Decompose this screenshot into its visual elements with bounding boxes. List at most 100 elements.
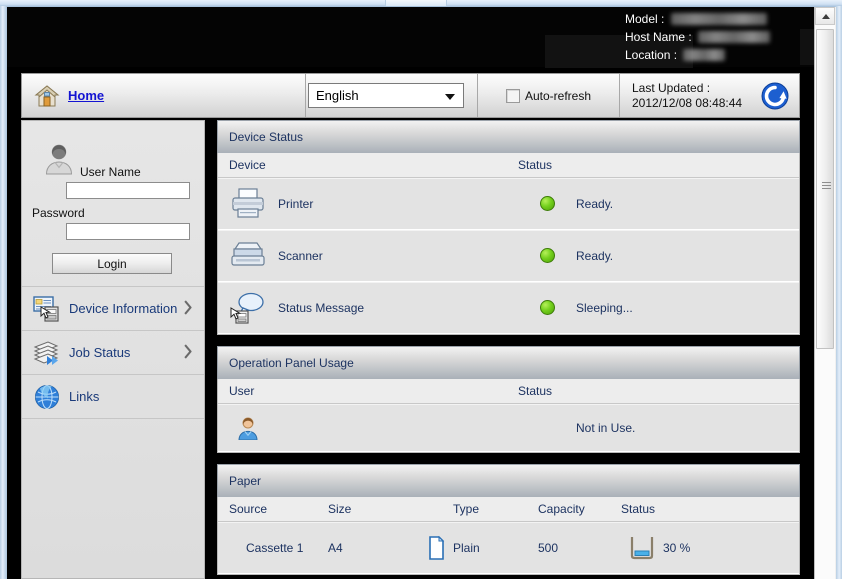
cell-source: Cassette 1: [246, 540, 304, 555]
panel-title-paper: Paper: [217, 464, 800, 497]
language-selected-value: English: [316, 88, 359, 103]
cell-status: Sleeping...: [576, 300, 633, 315]
scroll-up-button[interactable]: [815, 7, 835, 25]
column-header-device: Device: [229, 158, 266, 172]
device-information-icon: [32, 294, 62, 324]
device-meta-hostname: Host Name :: [625, 28, 771, 46]
top-toolbar: Home English Auto-refresh Last Updated :…: [21, 73, 800, 118]
sidebar-item-device-information[interactable]: Device Information: [22, 286, 204, 330]
table-header-row: Device Status: [218, 153, 799, 178]
cell-status: 30 %: [663, 540, 691, 555]
sidebar-item-label: Device Information: [69, 301, 178, 316]
device-meta-location: Location :: [625, 46, 770, 64]
table-row: Scanner Ready.: [218, 230, 799, 282]
panel-operation-panel-usage: Operation Panel Usage User Status Not in…: [217, 346, 800, 453]
auto-refresh-checkbox[interactable]: [505, 88, 520, 103]
user-avatar-icon: [218, 416, 278, 440]
status-indicator: [518, 248, 576, 263]
home-link-area[interactable]: Home: [22, 74, 305, 117]
login-button[interactable]: Login: [52, 253, 172, 274]
sidebar: User Name Password Login Device Informat…: [21, 120, 205, 579]
panel-title-operation-panel-usage: Operation Panel Usage: [217, 346, 800, 379]
page-viewport: Model : Host Name : Location : Home Engl…: [7, 7, 814, 579]
cell-size: A4: [328, 540, 343, 555]
column-header-user: User: [229, 384, 255, 398]
hostname-label: Host Name :: [625, 30, 692, 44]
column-header-status: Status: [518, 384, 553, 398]
refresh-icon[interactable]: [761, 82, 789, 110]
device-meta-model: Model :: [625, 10, 770, 28]
sidebar-item-label: Job Status: [69, 345, 131, 360]
user-avatar-icon: [42, 141, 76, 175]
cell-status: Ready.: [576, 248, 614, 263]
job-status-icon: [32, 338, 62, 368]
table-row: Status Message Sleeping...: [218, 282, 799, 334]
operation-panel-usage-table: User Status Not in Use.: [217, 379, 800, 453]
panel-paper: Paper Source Size Type Capacity Status C…: [217, 464, 800, 575]
user-name-input[interactable]: [66, 182, 190, 199]
model-label: Model :: [625, 12, 665, 26]
column-header-status: Status: [518, 158, 553, 172]
last-updated-label: Last Updated :: [632, 80, 711, 95]
auto-refresh-label: Auto-refresh: [524, 88, 592, 103]
panel-column: Device Status Device Status Printer Read…: [217, 120, 800, 579]
browser-tab[interactable]: [385, 0, 447, 6]
cell-status: Ready.: [576, 196, 614, 211]
device-status-table: Device Status Printer Ready. Scanner Rea…: [217, 153, 800, 335]
paper-tray-level-icon: [621, 535, 663, 561]
scrollbar-thumb[interactable]: [816, 29, 834, 349]
auto-refresh-area[interactable]: Auto-refresh: [477, 74, 619, 117]
table-row: Cassette 1 A4 Plain 500 30 %: [218, 522, 799, 574]
browser-border-left: [0, 6, 7, 579]
scrollbar-grip-icon: [822, 182, 831, 189]
language-select[interactable]: English: [308, 83, 464, 108]
location-value-redacted: [683, 49, 726, 61]
sidebar-divider: [22, 418, 204, 419]
home-icon: [34, 83, 60, 109]
cell-status: Not in Use.: [576, 420, 636, 435]
scrollbar-track[interactable]: [815, 25, 835, 579]
column-header-status: Status: [621, 502, 656, 516]
cell-device: Status Message: [278, 300, 365, 315]
column-header-capacity: Capacity: [538, 502, 585, 516]
hostname-value-redacted: [698, 31, 771, 43]
browser-chrome-top: [0, 0, 842, 7]
location-label: Location :: [625, 48, 678, 62]
table-row: Printer Ready.: [218, 178, 799, 230]
printer-icon: [218, 187, 278, 221]
last-updated-text: Last Updated : 2012/12/08 08:48:44: [632, 81, 742, 111]
device-banner: Model : Host Name : Location :: [7, 7, 814, 68]
column-header-size: Size: [328, 502, 352, 516]
links-globe-icon: [32, 382, 62, 412]
password-input[interactable]: [66, 223, 190, 240]
chevron-down-icon: [445, 94, 455, 100]
chevron-right-icon: [184, 343, 193, 359]
paper-table: Source Size Type Capacity Status Cassett…: [217, 497, 800, 575]
browser-window: Model : Host Name : Location : Home Engl…: [0, 0, 842, 579]
cell-device: Printer: [278, 196, 314, 211]
vertical-scrollbar[interactable]: [814, 7, 836, 579]
login-form: User Name Password Login: [22, 121, 204, 286]
status-indicator: [518, 196, 576, 211]
table-header-row: Source Size Type Capacity Status: [218, 497, 799, 522]
table-row: Not in Use.: [218, 404, 799, 452]
cell-type: Plain: [453, 540, 480, 555]
banner-redaction-block-right: [800, 29, 814, 65]
column-header-source: Source: [229, 502, 268, 516]
cell-device: Scanner: [278, 248, 323, 263]
last-updated-area: Last Updated : 2012/12/08 08:48:44: [619, 74, 799, 117]
browser-border-right: [835, 6, 842, 579]
language-area: English: [305, 74, 477, 117]
status-message-icon: [218, 291, 278, 325]
user-name-label: User Name: [80, 165, 141, 179]
panel-device-status: Device Status Device Status Printer Read…: [217, 120, 800, 335]
password-label: Password: [32, 206, 85, 220]
last-updated-value: 2012/12/08 08:48:44: [632, 95, 743, 110]
sidebar-item-job-status[interactable]: Job Status: [22, 330, 204, 374]
sidebar-item-label: Links: [69, 389, 100, 404]
sidebar-item-links[interactable]: Links: [22, 374, 204, 418]
home-link[interactable]: Home: [68, 88, 104, 103]
table-header-row: User Status: [218, 379, 799, 404]
device-meta: Model : Host Name : Location :: [625, 10, 771, 64]
scanner-icon: [218, 241, 278, 271]
